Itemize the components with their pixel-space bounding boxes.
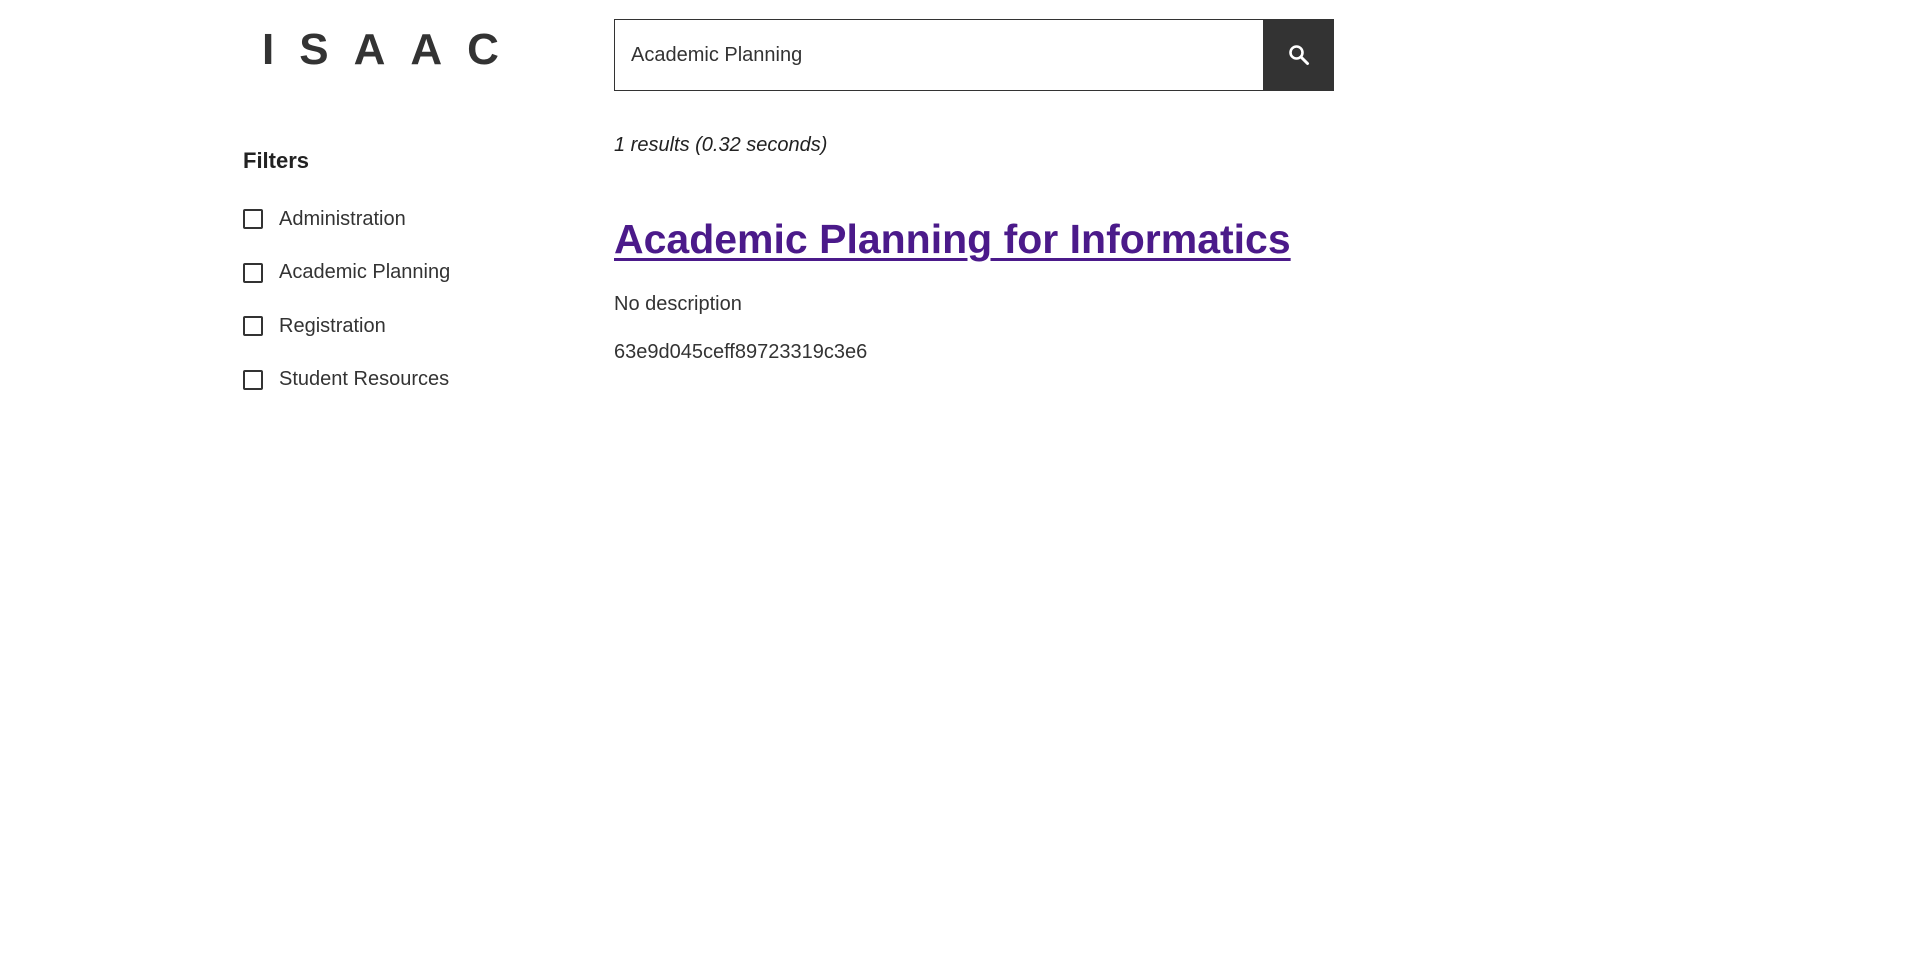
search-input[interactable] (614, 19, 1263, 91)
filter-label: Registration (279, 314, 386, 337)
isaac-logo[interactable]: ISAAC (262, 24, 524, 76)
filter-checkbox[interactable] (243, 316, 263, 336)
filter-academic-planning[interactable]: Academic Planning (243, 258, 450, 288)
results-summary: 1 results (0.32 seconds) (614, 134, 828, 156)
search-result: Academic Planning for Informatics No des… (614, 214, 1291, 364)
filter-registration[interactable]: Registration (243, 311, 450, 341)
filter-student-resources[interactable]: Student Resources (243, 365, 450, 395)
filter-administration[interactable]: Administration (243, 204, 450, 234)
search-form (614, 19, 1334, 91)
filter-label: Academic Planning (279, 261, 451, 283)
search-button[interactable] (1263, 19, 1334, 91)
search-results-page: ISAAC Filters Administration Academic Pl… (0, 0, 1920, 957)
filter-checkbox[interactable] (243, 262, 263, 283)
filter-label: Student Resources (279, 368, 450, 390)
result-id: 63e9d045ceff89723319c3e6 (614, 341, 868, 363)
result-description: No description (614, 293, 742, 315)
filters-panel: Filters Administration Academic Planning… (243, 148, 450, 418)
filter-checkbox[interactable] (243, 209, 263, 229)
result-title-link[interactable]: Academic Planning for Informatics (614, 214, 1291, 264)
filter-label: Administration (279, 207, 406, 230)
filters-heading: Filters (243, 148, 310, 173)
search-icon (1288, 45, 1309, 65)
filter-checkbox[interactable] (243, 369, 263, 390)
